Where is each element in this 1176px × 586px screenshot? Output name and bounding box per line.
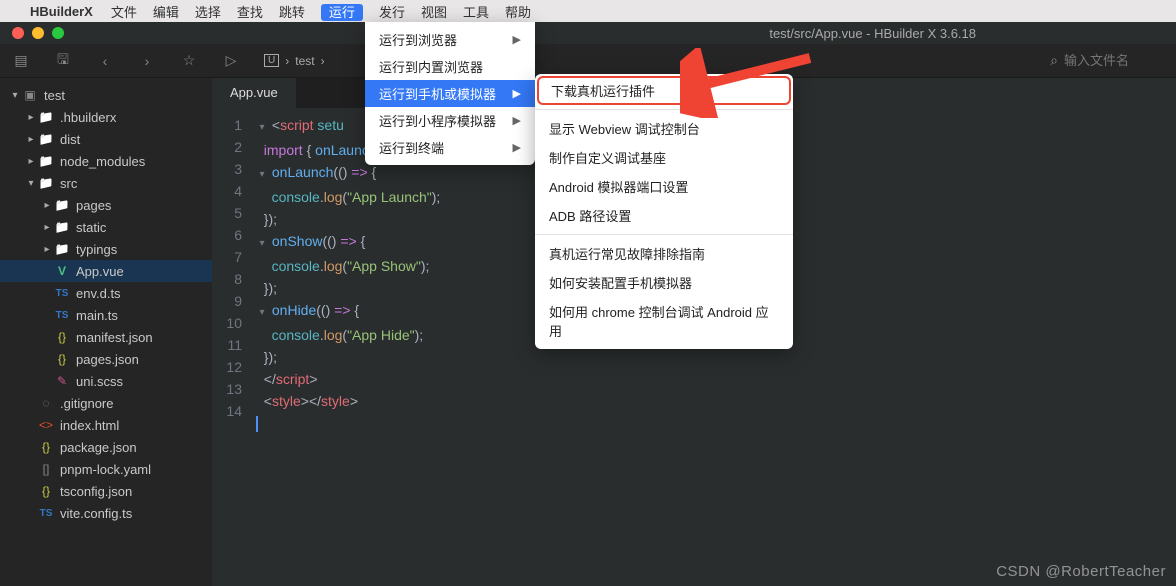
file-icon — [54, 198, 70, 212]
file-icon — [54, 310, 70, 321]
tree-dist[interactable]: ▸dist — [0, 128, 212, 150]
tab-app-vue[interactable]: App.vue — [212, 78, 296, 108]
submenu-item[interactable]: 制作自定义调试基座 — [535, 143, 793, 172]
file-icon — [22, 88, 38, 102]
tree-tsconfig.json[interactable]: tsconfig.json — [0, 480, 212, 502]
tree-pnpm-lock.yaml[interactable]: pnpm-lock.yaml — [0, 458, 212, 480]
file-icon — [54, 374, 70, 388]
file-icon — [38, 154, 54, 168]
tree-node_modules[interactable]: ▸node_modules — [0, 150, 212, 172]
menu-item[interactable]: 运行到内置浏览器 — [365, 53, 535, 80]
tree-main.ts[interactable]: main.ts — [0, 304, 212, 326]
save-icon[interactable]: 🖫 — [54, 52, 72, 70]
back-icon[interactable]: ‹ — [96, 52, 114, 70]
chevron-right-icon: ▶ — [513, 141, 521, 154]
file-icon — [38, 484, 54, 498]
file-icon — [38, 132, 54, 146]
menu-文件[interactable]: 文件 — [111, 5, 137, 20]
window-titlebar: test/src/App.vue - HBuilder X 3.6.18 — [0, 22, 1176, 44]
run-menu[interactable]: 运行到浏览器▶运行到内置浏览器运行到手机或模拟器▶运行到小程序模拟器▶运行到终端… — [365, 22, 535, 165]
file-icon — [38, 110, 54, 124]
submenu-item[interactable]: 如何用 chrome 控制台调试 Android 应用 — [535, 297, 793, 345]
menu-视图[interactable]: 视图 — [421, 5, 447, 20]
tree-pages.json[interactable]: pages.json — [0, 348, 212, 370]
window-title: test/src/App.vue - HBuilder X 3.6.18 — [769, 26, 976, 41]
menu-item[interactable]: 运行到小程序模拟器▶ — [365, 107, 535, 134]
tree-manifest.json[interactable]: manifest.json — [0, 326, 212, 348]
file-icon — [54, 352, 70, 366]
file-icon — [38, 462, 54, 476]
tree-App.vue[interactable]: App.vue — [0, 260, 212, 282]
file-icon — [38, 396, 54, 410]
menu-工具[interactable]: 工具 — [463, 5, 489, 20]
app-name[interactable]: HBuilderX — [30, 4, 93, 19]
file-icon — [38, 508, 54, 519]
menu-item[interactable]: 运行到终端▶ — [365, 134, 535, 161]
tree-pages[interactable]: ▸pages — [0, 194, 212, 216]
tree-uni.scss[interactable]: uni.scss — [0, 370, 212, 392]
menu-发行[interactable]: 发行 — [379, 5, 405, 20]
minimize-icon[interactable] — [32, 27, 44, 39]
line-gutter: 1234567891011121314 — [212, 108, 248, 434]
zoom-icon[interactable] — [52, 27, 64, 39]
run-device-submenu[interactable]: 下载真机运行插件显示 Webview 调试控制台制作自定义调试基座Android… — [535, 74, 793, 349]
tree-src[interactable]: ▾src — [0, 172, 212, 194]
tree-env.d.ts[interactable]: env.d.ts — [0, 282, 212, 304]
tree-static[interactable]: ▸static — [0, 216, 212, 238]
star-icon[interactable]: ☆ — [180, 52, 198, 70]
file-icon — [54, 264, 70, 278]
tree-test[interactable]: ▾test — [0, 84, 212, 106]
chevron-right-icon: ▶ — [513, 87, 521, 100]
menu-选择[interactable]: 选择 — [195, 5, 221, 20]
panel-icon[interactable]: ▤ — [12, 52, 30, 70]
forward-icon[interactable]: › — [138, 52, 156, 70]
tree-index.html[interactable]: index.html — [0, 414, 212, 436]
file-icon — [38, 418, 54, 432]
search-input[interactable] — [1064, 53, 1164, 68]
tree-.hbuilderx[interactable]: ▸.hbuilderx — [0, 106, 212, 128]
submenu-item[interactable]: 如何安装配置手机模拟器 — [535, 268, 793, 297]
menu-帮助[interactable]: 帮助 — [505, 5, 531, 20]
watermark: CSDN @RobertTeacher — [996, 563, 1166, 580]
file-icon — [54, 242, 70, 256]
file-icon — [54, 330, 70, 344]
tree-vite.config.ts[interactable]: vite.config.ts — [0, 502, 212, 524]
breadcrumb[interactable]: U › test › — [264, 54, 325, 68]
toolbar: ▤ 🖫 ‹ › ☆ ▷ U › test › ⌕ — [0, 44, 1176, 78]
menu-跳转[interactable]: 跳转 — [279, 5, 305, 20]
run-icon[interactable]: ▷ — [222, 52, 240, 70]
chevron-right-icon: ▶ — [513, 114, 521, 127]
file-icon — [54, 288, 70, 299]
submenu-item[interactable]: 显示 Webview 调试控制台 — [535, 114, 793, 143]
tree-typings[interactable]: ▸typings — [0, 238, 212, 260]
close-icon[interactable] — [12, 27, 24, 39]
tree-package.json[interactable]: package.json — [0, 436, 212, 458]
file-icon — [54, 220, 70, 234]
menu-运行[interactable]: 运行 — [321, 4, 363, 21]
macos-menubar: HBuilderX 文件 编辑 选择 查找 跳转 运行 发行 视图 工具 帮助 — [0, 0, 1176, 22]
submenu-download-plugin[interactable]: 下载真机运行插件 — [537, 76, 791, 105]
menu-编辑[interactable]: 编辑 — [153, 5, 179, 20]
file-explorer[interactable]: ▾test▸.hbuilderx▸dist▸node_modules▾src▸p… — [0, 78, 212, 586]
menu-item[interactable]: 运行到手机或模拟器▶ — [365, 80, 535, 107]
menu-查找[interactable]: 查找 — [237, 5, 263, 20]
submenu-item[interactable]: ADB 路径设置 — [535, 201, 793, 230]
file-icon — [38, 440, 54, 454]
menu-item[interactable]: 运行到浏览器▶ — [365, 26, 535, 53]
submenu-item[interactable]: 真机运行常见故障排除指南 — [535, 239, 793, 268]
file-icon — [38, 176, 54, 190]
search-icon: ⌕ — [1050, 52, 1058, 69]
submenu-item[interactable]: Android 模拟器端口设置 — [535, 172, 793, 201]
tree-.gitignore[interactable]: .gitignore — [0, 392, 212, 414]
chevron-right-icon: ▶ — [513, 33, 521, 46]
file-search[interactable]: ⌕ — [1050, 52, 1164, 69]
